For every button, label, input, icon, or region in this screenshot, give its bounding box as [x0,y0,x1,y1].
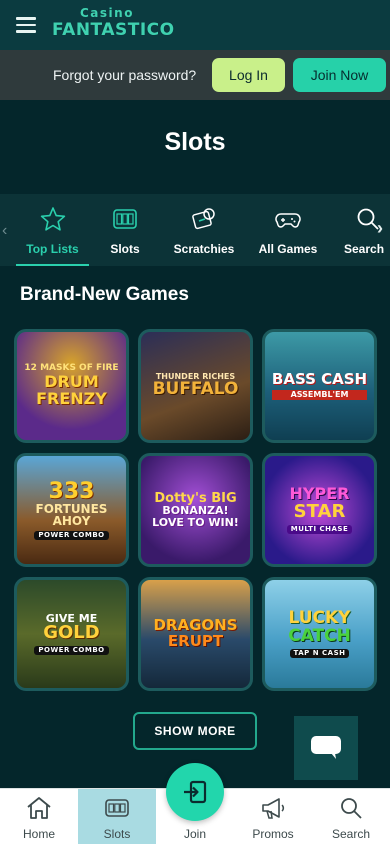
tab-label: Slots [110,242,140,256]
tab-label: Search [344,242,385,256]
casino-logo[interactable]: Casino FANTASTICO [52,6,175,44]
nav-label: Home [22,827,55,841]
nav-label: Search [331,827,371,841]
game-title-line2: ASSEMBL'EM [271,389,368,401]
game-subtitle: TAP N CASH [289,648,350,659]
game-tile[interactable]: GIVE ME GOLD POWER COMBO [14,577,129,691]
join-fab-button[interactable] [166,763,224,821]
game-title-line2: CATCH [288,625,351,646]
top-header: Casino FANTASTICO [0,0,390,50]
page-title: Slots [164,128,226,156]
show-more-button[interactable]: SHOW MORE [133,712,257,750]
chat-button[interactable] [294,716,358,780]
game-tile[interactable]: BASS CASH ASSEMBL'EM [262,329,377,443]
nav-search[interactable]: Search [312,789,390,844]
home-icon [27,797,51,819]
nav-label: Join [183,827,206,841]
chevron-right-icon[interactable]: › [377,218,383,239]
search-icon [341,798,362,819]
game-tile[interactable]: 333 FORTUNES AHOY POWER COMBO [14,453,129,567]
game-tile[interactable]: THUNDER RICHES BUFFALO [138,329,253,443]
game-tile[interactable]: Dotty's BIG BONANZA! LOVE TO WIN! [138,453,253,567]
tab-top-lists[interactable]: Top Lists [16,194,89,266]
game-title-line2: BONANZA! LOVE TO WIN! [152,504,239,529]
megaphone-icon [262,798,285,819]
game-tile[interactable]: DRAGONS ERUPT [138,577,253,691]
game-title-line2: FORTUNES AHOY [35,501,108,529]
game-tile[interactable]: LUCKY CATCH TAP N CASH [262,577,377,691]
scratchcard-icon [192,208,215,230]
nav-label: Slots [103,827,131,841]
game-title-line1: BASS CASH [271,369,368,388]
nav-slots[interactable]: Slots [78,789,156,844]
login-icon [184,780,207,804]
game-subtitle: MULTI CHASE [286,524,353,535]
logo-main-text: FANTASTICO [52,20,175,40]
game-title-line1: 333 [48,478,95,504]
section-title: Brand-New Games [20,284,189,305]
forgot-password-link[interactable]: Forgot your password? [53,67,196,83]
game-title-line2: DRUM FRENZY [36,371,107,408]
menu-icon[interactable] [16,17,36,33]
star-icon [40,207,65,231]
tab-all-games[interactable]: All Games [253,194,323,266]
game-title-line2: STAR [293,500,346,522]
nav-label: Promos [252,827,294,841]
game-title-line2: GOLD [43,622,100,644]
tab-label: Scratchies [173,242,235,256]
chat-bubble-icon [311,736,341,759]
chevron-left-icon[interactable]: ‹ [2,222,7,240]
game-tile[interactable]: 12 MASKS OF FIRE DRUM FRENZY [14,329,129,443]
gamepad-icon [275,213,301,228]
game-subtitle: POWER COMBO [34,646,109,656]
tab-slots[interactable]: Slots [95,194,155,266]
category-nav: Top Lists Slots Scratchies All Games Sea… [0,194,390,266]
login-button[interactable]: Log In [212,58,285,92]
active-tab-indicator [16,264,89,266]
nav-home[interactable]: Home [0,789,78,844]
game-subtitle: POWER COMBO [34,530,109,541]
logo-top-text: Casino [80,6,134,20]
game-tile[interactable]: HYPER STAR MULTI CHASE [262,453,377,567]
game-title-line1: Dotty's BIG [154,490,237,506]
tab-scratchies[interactable]: Scratchies [168,194,240,266]
slot-machine-icon [105,799,129,817]
tab-label: All Games [258,242,318,256]
game-title-line2: ERUPT [167,632,224,650]
tab-label: Top Lists [26,242,79,256]
nav-promos[interactable]: Promos [234,789,312,844]
join-now-button[interactable]: Join Now [293,58,386,92]
slot-machine-icon [113,209,137,229]
game-title-line2: BUFFALO [152,379,239,400]
